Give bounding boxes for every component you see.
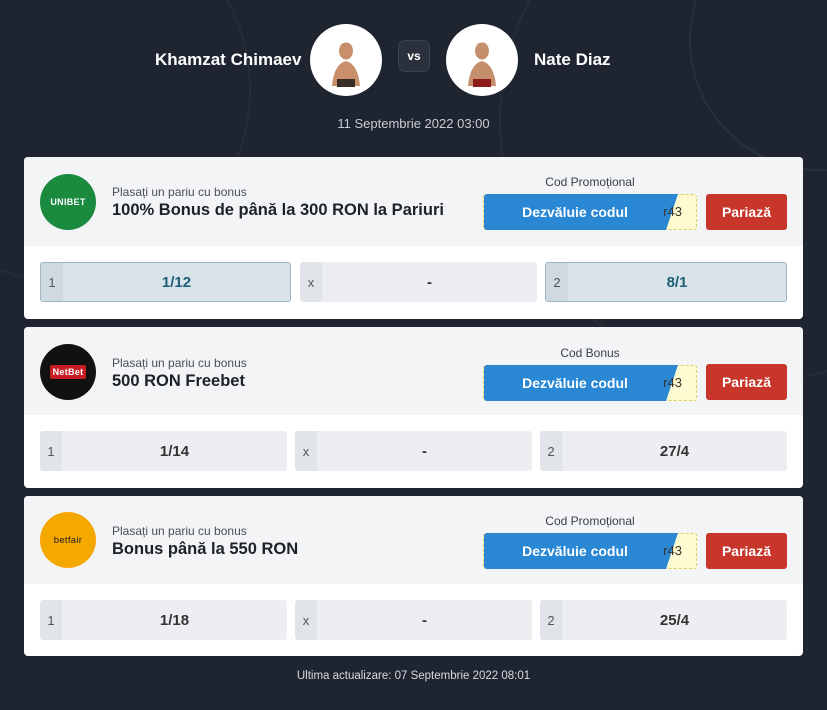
odd-value: - bbox=[422, 611, 427, 629]
bookmaker-logo-text: betfair bbox=[53, 534, 83, 546]
fighter-left-name[interactable]: Khamzat Chimaev bbox=[155, 50, 301, 70]
odd-key: 2 bbox=[540, 600, 562, 640]
odds-row: 1 1/14 x - 2 27/4 bbox=[24, 415, 803, 488]
odd-draw[interactable]: x - bbox=[295, 600, 532, 640]
promo-code-label: Cod Bonus bbox=[560, 346, 620, 360]
netbet-logo-icon[interactable]: NetBet bbox=[40, 344, 96, 400]
reveal-code-button[interactable]: Dezvăluie codul bbox=[484, 365, 678, 401]
promo-code-value: r43 bbox=[663, 543, 682, 558]
odd-value: 25/4 bbox=[659, 611, 690, 629]
offer-title: 100% Bonus de până la 300 RON la Pariuri bbox=[112, 201, 444, 219]
offer-subtitle: Plasați un pariu cu bonus bbox=[112, 524, 247, 538]
odd-value: - bbox=[427, 273, 432, 291]
fighter-right-name[interactable]: Nate Diaz bbox=[534, 50, 611, 70]
offer-card-unibet: UNIBET Plasați un pariu cu bonus 100% Bo… bbox=[24, 157, 803, 319]
bookmaker-logo-text: NetBet bbox=[49, 365, 87, 379]
offer-header: UNIBET Plasați un pariu cu bonus 100% Bo… bbox=[24, 157, 803, 246]
last-update-note: Ultima actualizare: 07 Septembrie 2022 0… bbox=[296, 670, 531, 682]
promo-code-box[interactable]: Dezvăluie codul r43 bbox=[483, 533, 697, 569]
odd-home[interactable]: 1 1/18 bbox=[40, 600, 287, 640]
fight-header: Khamzat Chimaev vs Nate Diaz 11 Septembr… bbox=[0, 0, 827, 150]
promo-code-value: r43 bbox=[663, 204, 682, 219]
betfair-logo-icon[interactable]: betfair bbox=[40, 512, 96, 568]
odd-key: x bbox=[300, 262, 322, 302]
bet-button[interactable]: Pariază bbox=[706, 194, 787, 230]
odd-key: 1 bbox=[41, 263, 63, 301]
fighter-left-icon bbox=[332, 42, 360, 87]
odd-home[interactable]: 1 1/14 bbox=[40, 431, 287, 471]
odd-value: 1/14 bbox=[159, 442, 190, 460]
odd-home[interactable]: 1 1/12 bbox=[40, 262, 291, 302]
odd-key: 1 bbox=[40, 600, 62, 640]
odd-draw[interactable]: x - bbox=[295, 431, 532, 471]
offer-subtitle: Plasați un pariu cu bonus bbox=[112, 356, 247, 370]
promo-code-box[interactable]: Dezvăluie codul r43 bbox=[483, 365, 697, 401]
offer-card-betfair: betfair Plasați un pariu cu bonus Bonus … bbox=[24, 496, 803, 656]
fighter-right-icon bbox=[468, 42, 496, 87]
fighter-left-avatar[interactable] bbox=[310, 24, 382, 96]
promo-code-box[interactable]: Dezvăluie codul r43 bbox=[483, 194, 697, 230]
vs-badge: vs bbox=[398, 40, 430, 72]
odd-value: - bbox=[422, 442, 427, 460]
offer-card-netbet: NetBet Plasați un pariu cu bonus 500 RON… bbox=[24, 327, 803, 488]
odd-value: 8/1 bbox=[666, 273, 688, 291]
odd-away[interactable]: 2 8/1 bbox=[545, 262, 787, 302]
offer-header: NetBet Plasați un pariu cu bonus 500 RON… bbox=[24, 327, 803, 415]
odd-away[interactable]: 2 25/4 bbox=[540, 600, 787, 640]
reveal-code-button[interactable]: Dezvăluie codul bbox=[484, 533, 678, 569]
odds-row: 1 1/12 x - 2 8/1 bbox=[24, 246, 803, 319]
fight-date: 11 Septembrie 2022 03:00 bbox=[337, 116, 490, 131]
odd-key: x bbox=[295, 600, 317, 640]
odd-value: 1/12 bbox=[161, 273, 192, 291]
offer-subtitle: Plasați un pariu cu bonus bbox=[112, 185, 247, 199]
promo-code-label: Cod Promoțional bbox=[545, 514, 635, 528]
odd-away[interactable]: 2 27/4 bbox=[540, 431, 787, 471]
odd-key: 1 bbox=[40, 431, 62, 471]
bet-button[interactable]: Pariază bbox=[706, 364, 787, 400]
odds-row: 1 1/18 x - 2 25/4 bbox=[24, 584, 803, 656]
offer-header: betfair Plasați un pariu cu bonus Bonus … bbox=[24, 496, 803, 584]
odd-value: 1/18 bbox=[159, 611, 190, 629]
promo-code-label: Cod Promoțional bbox=[545, 175, 635, 189]
bookmaker-logo-text: UNIBET bbox=[50, 197, 86, 207]
reveal-code-button[interactable]: Dezvăluie codul bbox=[484, 194, 678, 230]
odd-key: 2 bbox=[540, 431, 562, 471]
unibet-logo-icon[interactable]: UNIBET bbox=[40, 174, 96, 230]
fighter-right-avatar[interactable] bbox=[446, 24, 518, 96]
odd-draw[interactable]: x - bbox=[300, 262, 537, 302]
odd-value: 27/4 bbox=[659, 442, 690, 460]
promo-code-value: r43 bbox=[663, 375, 682, 390]
offer-title: 500 RON Freebet bbox=[112, 372, 245, 390]
odd-key: x bbox=[295, 431, 317, 471]
offer-title: Bonus până la 550 RON bbox=[112, 540, 299, 558]
odd-key: 2 bbox=[546, 263, 568, 301]
bet-button[interactable]: Pariază bbox=[706, 533, 787, 569]
